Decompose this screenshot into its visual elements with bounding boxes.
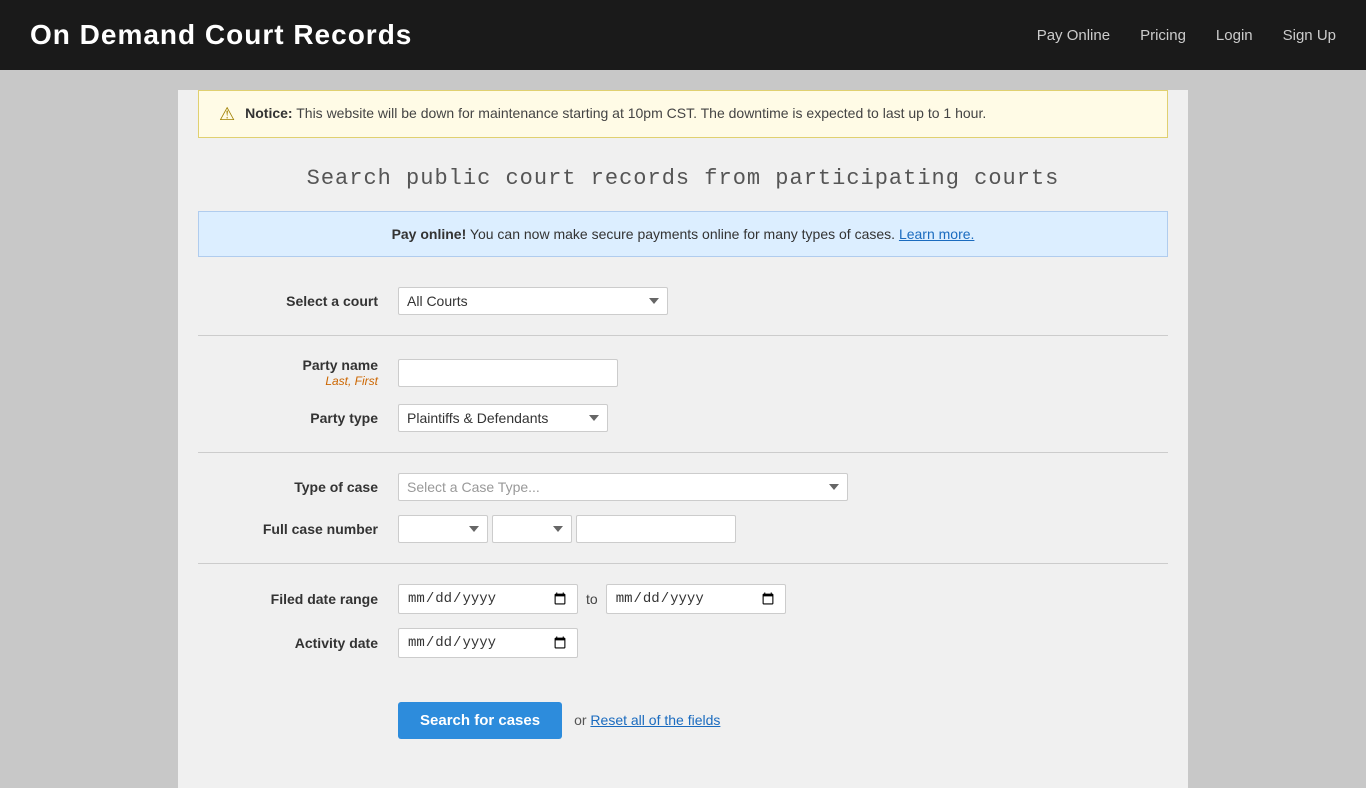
- divider-1: [198, 335, 1168, 336]
- notice-bar: ⚠ Notice: This website will be down for …: [198, 90, 1168, 138]
- search-form: Select a court All Courts Party name Las…: [178, 287, 1188, 739]
- divider-3: [198, 563, 1168, 564]
- learn-more-link[interactable]: Learn more.: [899, 226, 974, 242]
- date-to-label: to: [586, 591, 598, 607]
- main-content: ⚠ Notice: This website will be down for …: [178, 90, 1188, 788]
- party-name-label: Party name Last, First: [198, 356, 398, 390]
- nav-signup[interactable]: Sign Up: [1283, 27, 1336, 44]
- case-type-select[interactable]: Select a Case Type...: [398, 473, 848, 501]
- page-title: Search public court records from partici…: [178, 138, 1188, 211]
- activity-date-input[interactable]: [398, 628, 578, 658]
- activity-date-label: Activity date: [198, 634, 398, 652]
- case-number-row: Full case number: [198, 515, 1168, 543]
- party-type-label: Party type: [198, 409, 398, 427]
- activity-date-row: Activity date: [198, 628, 1168, 658]
- filed-date-group: to: [398, 584, 786, 614]
- notice-body: This website will be down for maintenanc…: [296, 105, 986, 121]
- filed-date-start[interactable]: [398, 584, 578, 614]
- reset-text: or Reset all of the fields: [574, 712, 720, 728]
- filed-date-row: Filed date range to: [198, 584, 1168, 614]
- party-name-sublabel: Last, First: [198, 374, 378, 390]
- pay-banner-bold: Pay online!: [392, 226, 467, 242]
- case-prefix-select[interactable]: [492, 515, 572, 543]
- search-row: Search for cases or Reset all of the fie…: [198, 672, 1168, 739]
- court-select[interactable]: All Courts: [398, 287, 668, 315]
- nav-pay-online[interactable]: Pay Online: [1037, 27, 1110, 44]
- divider-2: [198, 452, 1168, 453]
- case-number-label: Full case number: [198, 520, 398, 538]
- filed-date-label: Filed date range: [198, 590, 398, 608]
- case-year-select[interactable]: [398, 515, 488, 543]
- notice-text: Notice: This website will be down for ma…: [245, 103, 986, 124]
- filed-date-end[interactable]: [606, 584, 786, 614]
- case-type-row: Type of case Select a Case Type...: [198, 473, 1168, 501]
- nav-pricing[interactable]: Pricing: [1140, 27, 1186, 44]
- pay-banner-text: You can now make secure payments online …: [470, 226, 895, 242]
- case-number-input[interactable]: [576, 515, 736, 543]
- site-logo: On Demand Court Records: [30, 19, 412, 51]
- case-type-label: Type of case: [198, 478, 398, 496]
- reset-link[interactable]: Reset all of the fields: [590, 712, 720, 728]
- party-type-select[interactable]: Plaintiffs & Defendants Plaintiffs Defen…: [398, 404, 608, 432]
- party-type-row: Party type Plaintiffs & Defendants Plain…: [198, 404, 1168, 432]
- party-name-input[interactable]: [398, 359, 618, 387]
- nav-login[interactable]: Login: [1216, 27, 1253, 44]
- main-nav: Pay Online Pricing Login Sign Up: [1037, 27, 1336, 44]
- court-label: Select a court: [198, 292, 398, 310]
- pay-banner: Pay online! You can now make secure paym…: [198, 211, 1168, 257]
- court-row: Select a court All Courts: [198, 287, 1168, 315]
- notice-bold: Notice:: [245, 105, 292, 121]
- warning-icon: ⚠: [219, 104, 235, 125]
- header: On Demand Court Records Pay Online Prici…: [0, 0, 1366, 70]
- search-button[interactable]: Search for cases: [398, 702, 562, 739]
- case-number-group: [398, 515, 736, 543]
- party-name-row: Party name Last, First: [198, 356, 1168, 390]
